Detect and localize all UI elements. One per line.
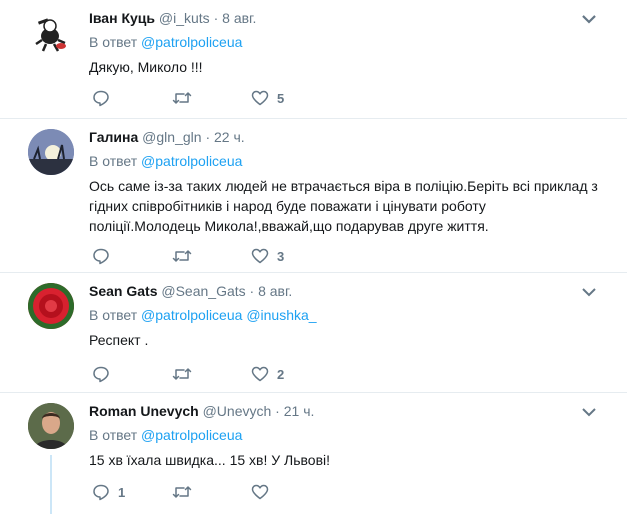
- mention-link[interactable]: @inushka_: [246, 307, 316, 323]
- tweet-actions: 3: [89, 246, 389, 266]
- reply-prefix: В ответ: [89, 307, 138, 323]
- author-name[interactable]: Іван Куць: [89, 10, 155, 26]
- timestamp[interactable]: 22 ч.: [214, 129, 245, 145]
- like-button[interactable]: 2: [251, 364, 284, 384]
- tweet-actions: 5: [89, 88, 389, 108]
- timestamp[interactable]: 8 авг.: [258, 283, 292, 299]
- flower-photo-icon: [28, 283, 74, 329]
- reply-to-line: В ответ @patrolpoliceua: [89, 34, 242, 50]
- heart-icon: [251, 248, 269, 264]
- retweet-button[interactable]: [172, 482, 200, 502]
- reply-to-line: В ответ @patrolpoliceua: [89, 427, 242, 443]
- reply-to-line: В ответ @patrolpoliceua: [89, 153, 242, 169]
- tweet-text-line: Дякую, Миколо !!!: [89, 59, 203, 75]
- retweet-icon: [172, 250, 192, 262]
- timestamp[interactable]: 8 авг.: [222, 10, 256, 26]
- author-handle[interactable]: @gln_gln: [142, 129, 201, 145]
- tweet-header: Sean Gats @Sean_Gats · 8 авг.: [89, 283, 587, 299]
- tweet-text: Дякую, Миколо !!!: [89, 57, 599, 77]
- tweet-text: Респект .: [89, 330, 599, 350]
- reply-button[interactable]: 1: [92, 482, 125, 502]
- tweet-actions: 2: [89, 364, 389, 384]
- tweet-actions: 1: [89, 482, 389, 502]
- tweet-header: Іван Куць @i_kuts · 8 авг.: [89, 10, 587, 26]
- reply-button[interactable]: [92, 88, 118, 108]
- heart-icon: [251, 366, 269, 382]
- chevron-down-icon[interactable]: [581, 14, 597, 24]
- separator-dot: ·: [275, 403, 280, 419]
- mention-link[interactable]: @patrolpoliceua: [141, 307, 242, 323]
- avatar[interactable]: [28, 10, 74, 56]
- tweet-text-line: 15 хв їхала швидка... 15 хв! У Львові!: [89, 452, 331, 468]
- tweet-text-line: поліції.Молодець Микола!,вважай,що подар…: [89, 218, 489, 234]
- timestamp[interactable]: 21 ч.: [284, 403, 315, 419]
- thread-connector-line: [50, 455, 52, 514]
- tweet-4[interactable]: Roman Unevych @Unevych · 21 ч. В ответ @…: [0, 393, 627, 514]
- reply-icon: [93, 366, 109, 383]
- avatar[interactable]: [28, 403, 74, 449]
- separator-dot: ·: [249, 283, 255, 299]
- tweet-header: Галина @gln_gln · 22 ч.: [89, 129, 587, 145]
- avatar[interactable]: [28, 283, 74, 329]
- reply-button[interactable]: [92, 364, 118, 384]
- like-count: 3: [277, 248, 285, 264]
- cartoon-avatar-icon: [35, 18, 66, 52]
- retweet-button[interactable]: [172, 88, 200, 108]
- like-button[interactable]: [251, 482, 277, 502]
- chevron-down-icon[interactable]: [581, 287, 597, 297]
- reply-to-line: В ответ @patrolpoliceua @inushka_: [89, 307, 317, 323]
- reply-icon: [93, 248, 109, 265]
- retweet-icon: [172, 92, 192, 104]
- tweet-text: Ось саме із-за таких людей не втрачаєтьс…: [89, 176, 599, 236]
- separator-dot: ·: [205, 129, 211, 145]
- tweet-text: 15 хв їхала швидка... 15 хв! У Львові!: [89, 450, 599, 470]
- retweet-icon: [172, 368, 192, 380]
- separator-dot: ·: [213, 10, 219, 26]
- retweet-button[interactable]: [172, 246, 200, 266]
- person-photo-icon: [28, 403, 74, 449]
- like-count: 2: [277, 366, 285, 382]
- author-name[interactable]: Roman Unevych: [89, 403, 199, 419]
- author-name[interactable]: Галина: [89, 129, 138, 145]
- retweet-button[interactable]: [172, 364, 200, 384]
- tweet-text-line: гідних співробітників і народ буде поваж…: [89, 198, 486, 214]
- author-handle[interactable]: @Sean_Gats: [161, 283, 245, 299]
- reply-count: 1: [118, 484, 126, 500]
- heart-icon: [251, 90, 269, 106]
- author-name[interactable]: Sean Gats: [89, 283, 157, 299]
- reply-button[interactable]: [92, 246, 118, 266]
- mention-link[interactable]: @patrolpoliceua: [141, 153, 242, 169]
- reply-icon: [93, 90, 109, 107]
- heart-icon: [251, 484, 269, 500]
- author-handle[interactable]: @i_kuts: [159, 10, 210, 26]
- tweet-text-line: Респект .: [89, 332, 149, 348]
- reply-prefix: В ответ: [89, 153, 138, 169]
- reply-icon: [93, 484, 109, 501]
- reply-prefix: В ответ: [89, 427, 138, 443]
- tweet-3[interactable]: Sean Gats @Sean_Gats · 8 авг. В ответ @p…: [0, 273, 627, 393]
- tweet-1[interactable]: Іван Куць @i_kuts · 8 авг. В ответ @patr…: [0, 0, 627, 119]
- tweet-2[interactable]: Галина @gln_gln · 22 ч. В ответ @patrolp…: [0, 119, 627, 273]
- mention-link[interactable]: @patrolpoliceua: [141, 427, 242, 443]
- like-button[interactable]: 3: [251, 246, 284, 266]
- tweet-text-line: Ось саме із-за таких людей не втрачаєтьс…: [89, 178, 598, 194]
- tweet-header: Roman Unevych @Unevych · 21 ч.: [89, 403, 587, 419]
- author-handle[interactable]: @Unevych: [203, 403, 272, 419]
- reply-prefix: В ответ: [89, 34, 138, 50]
- like-button[interactable]: 5: [251, 88, 284, 108]
- mention-link[interactable]: @patrolpoliceua: [141, 34, 242, 50]
- landscape-photo-icon: [28, 129, 74, 175]
- retweet-icon: [172, 486, 192, 498]
- chevron-down-icon[interactable]: [581, 407, 597, 417]
- like-count: 5: [277, 90, 285, 106]
- avatar[interactable]: [28, 129, 74, 175]
